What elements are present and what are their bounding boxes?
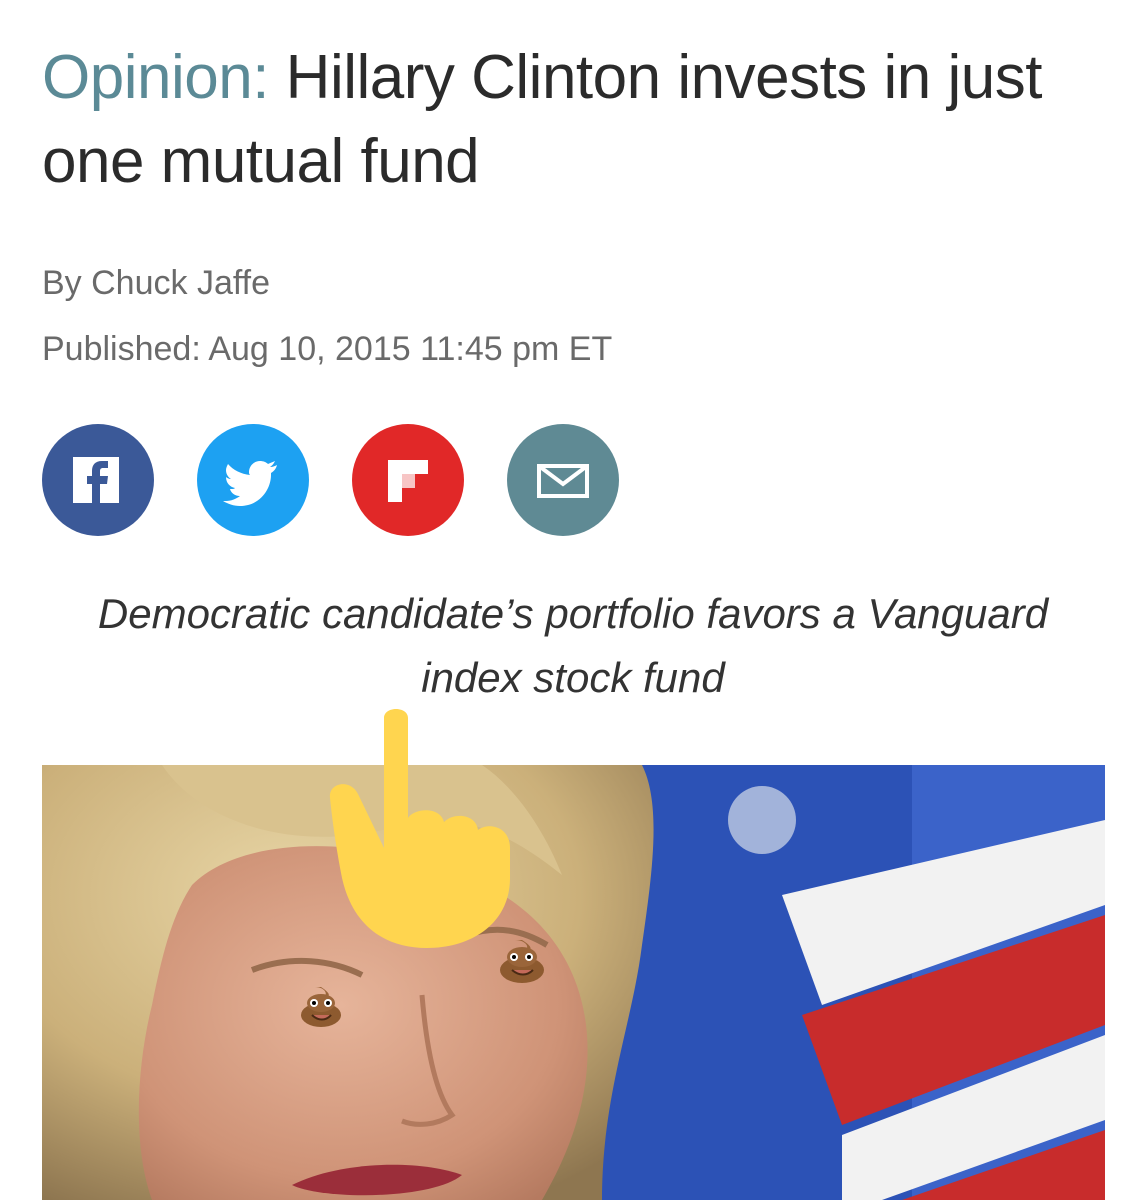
author-byline: By Chuck Jaffe [42,264,271,302]
twitter-share-button[interactable] [197,424,309,536]
twitter-icon [223,461,277,506]
facebook-icon [73,457,119,503]
article-photo [42,765,1105,1200]
email-share-button[interactable] [507,424,619,536]
mail-icon [537,464,589,498]
backhand-index-pointing-up-emoji [329,709,510,948]
flipboard-icon [388,460,428,502]
published-date: Published: Aug 10, 2015 11:45 pm ET [42,330,613,368]
article-subheadline: Democratic candidate’s portfolio favors … [97,590,1049,701]
article-headline: Opinion: Hillary Clinton invests in just… [42,36,1112,204]
headline-kicker: Opinion: [42,43,269,112]
flipboard-share-button[interactable] [352,424,464,536]
hillary-clinton-photo [42,765,1105,1200]
facebook-share-button[interactable] [42,424,154,536]
